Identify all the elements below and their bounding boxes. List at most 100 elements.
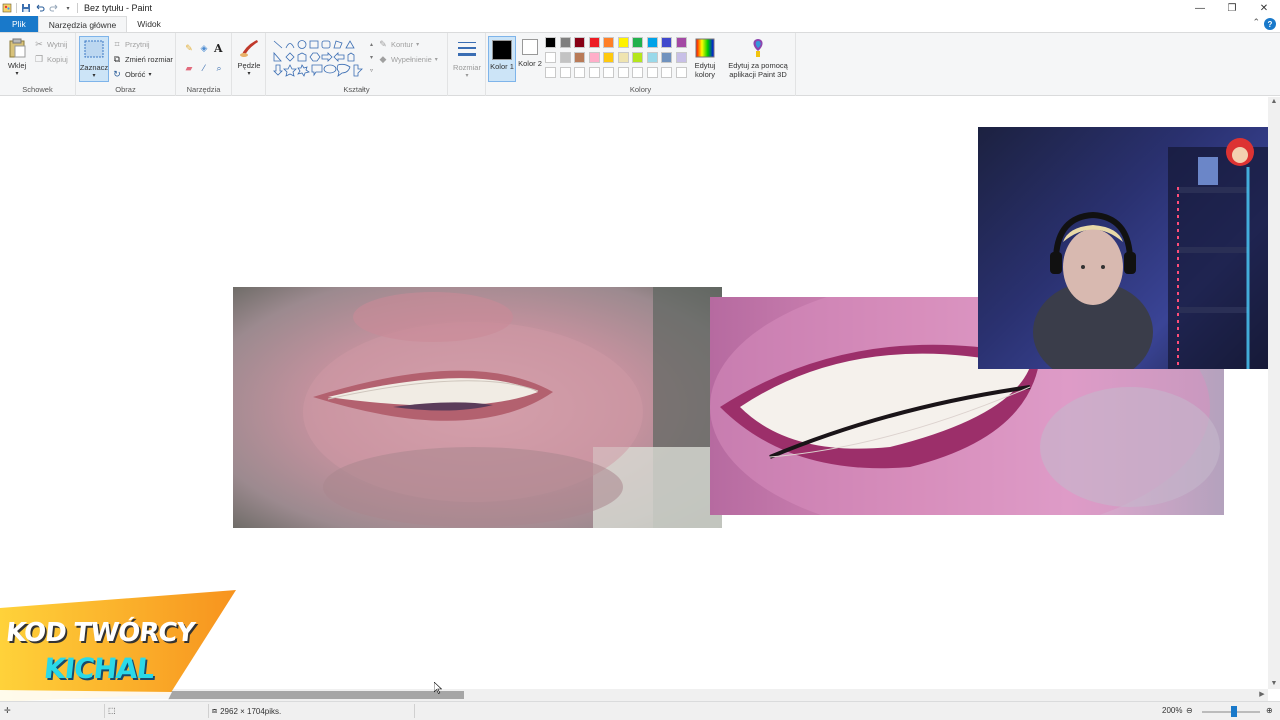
mouse-cursor-icon xyxy=(434,682,442,694)
rotate-icon: ↻ xyxy=(113,69,121,79)
image-group: Zaznacz ▾ ⌗ Przytnij ⧉ Zmień rozmiar ↻ Obró… xyxy=(76,33,176,96)
color-swatch[interactable] xyxy=(617,52,629,63)
color-swatch[interactable] xyxy=(617,37,629,48)
color-swatch[interactable] xyxy=(559,67,571,78)
fill-bucket-icon[interactable]: ◈ xyxy=(199,43,209,53)
magnifier-icon[interactable]: ⌕ xyxy=(214,63,224,73)
outline-button[interactable]: ✎ Kontur ▾ xyxy=(378,39,419,49)
color-swatch[interactable] xyxy=(661,67,672,78)
status-separator xyxy=(414,704,415,718)
color-swatch[interactable] xyxy=(559,52,571,63)
color-swatch[interactable] xyxy=(545,37,556,48)
paint-app-icon[interactable] xyxy=(2,3,12,13)
zoom-in-icon[interactable]: ⊕ xyxy=(1266,706,1273,715)
collapse-ribbon-icon[interactable]: ⌃ xyxy=(1252,17,1260,28)
color-swatch[interactable] xyxy=(545,52,556,63)
color-swatch[interactable] xyxy=(574,52,585,63)
shapes-gallery[interactable] xyxy=(272,39,370,79)
vertical-scrollbar[interactable]: ▲ ▼ xyxy=(1268,97,1280,689)
shapes-group-label: Kształty xyxy=(343,85,370,94)
color-swatch[interactable] xyxy=(588,52,600,63)
minimize-icon[interactable]: — xyxy=(1184,0,1216,16)
scroll-up-icon[interactable]: ▲ xyxy=(1268,97,1280,107)
color-swatch[interactable] xyxy=(603,52,614,63)
color-swatch[interactable] xyxy=(559,37,571,48)
color-swatch[interactable] xyxy=(646,67,658,78)
brushes-button[interactable]: Pędzle ▾ xyxy=(235,37,263,79)
restore-icon[interactable]: ❐ xyxy=(1216,0,1248,16)
smile-left-image xyxy=(303,287,722,528)
color-swatch[interactable] xyxy=(632,52,643,63)
crop-button[interactable]: ⌗ Przytnij xyxy=(112,39,149,49)
banner-line1: KOD TWÓRCY xyxy=(4,618,196,648)
zoom-out-icon[interactable]: ⊖ xyxy=(1186,706,1193,715)
color-swatch[interactable] xyxy=(588,67,600,78)
select-button[interactable]: Zaznacz ▾ xyxy=(79,36,109,82)
zoom-slider-thumb[interactable] xyxy=(1231,706,1237,717)
cut-button[interactable]: ✂ Wytnij xyxy=(34,39,67,49)
copy-icon: ❐ xyxy=(34,54,44,64)
color-swatch[interactable] xyxy=(545,67,556,78)
edit-colors-button[interactable]: Edytuj kolory xyxy=(692,37,718,79)
pasted-image-smile-left[interactable] xyxy=(233,287,722,528)
color-swatch[interactable] xyxy=(675,37,687,48)
copy-button[interactable]: ❐ Kopiuj xyxy=(34,54,68,64)
rotate-button[interactable]: ↻ Obróć ▾ xyxy=(112,69,151,79)
color-swatch[interactable] xyxy=(661,37,672,48)
customize-qat-icon[interactable]: ▾ xyxy=(63,3,73,13)
banner-line2: KICHAL xyxy=(42,652,156,685)
color-swatch[interactable] xyxy=(588,37,600,48)
color-swatch[interactable] xyxy=(675,52,687,63)
color-swatch[interactable] xyxy=(661,52,672,63)
color-swatch[interactable] xyxy=(603,67,614,78)
color2-swatch xyxy=(522,39,538,55)
size-button[interactable]: Rozmiar ▾ xyxy=(452,39,482,81)
help-icon[interactable]: ? xyxy=(1264,18,1276,30)
color1-swatch xyxy=(492,40,512,60)
paint3d-button[interactable]: Edytuj za pomocą aplikacji Paint 3D xyxy=(724,37,792,79)
title-bar: ▾ Bez tytułu - Paint — ❐ ✕ xyxy=(0,0,1280,16)
color-wheel-icon xyxy=(695,38,715,58)
qat-separator xyxy=(16,3,17,13)
brushes-group: Pędzle ▾ xyxy=(232,33,266,96)
pencil-icon[interactable]: ✎ xyxy=(184,43,194,53)
color-swatch[interactable] xyxy=(675,67,687,78)
color-swatch[interactable] xyxy=(646,52,658,63)
paste-button[interactable]: Wklej ▾ xyxy=(4,37,30,79)
scroll-right-icon[interactable]: ▶ xyxy=(1256,689,1268,701)
cursor-position-icon: ✛ xyxy=(4,706,11,715)
color2-button[interactable]: Kolor 2 xyxy=(518,37,542,68)
tab-home[interactable]: Narzędzia główne xyxy=(37,16,128,32)
fill-button[interactable]: ◆ Wypełnienie ▾ xyxy=(378,54,438,64)
tools-group-label: Narzędzia xyxy=(186,85,221,94)
redo-icon[interactable] xyxy=(49,3,59,13)
text-tool-icon[interactable]: A xyxy=(214,42,223,55)
color-swatch[interactable] xyxy=(632,37,643,48)
colors-group-label: Kolory xyxy=(629,85,652,94)
webcam-overlay xyxy=(978,127,1268,369)
scissors-icon: ✂ xyxy=(35,39,43,49)
color-swatch[interactable] xyxy=(617,67,629,78)
color-swatch[interactable] xyxy=(574,67,585,78)
color-swatch[interactable] xyxy=(646,37,658,48)
save-icon[interactable] xyxy=(21,3,31,13)
undo-icon[interactable] xyxy=(35,3,45,13)
eraser-icon[interactable]: ▰ xyxy=(184,63,194,73)
clipboard-group-label: Schowek xyxy=(22,85,53,94)
clipboard-group: Wklej ▾ ✂ Wytnij ❐ Kopiuj Schowek xyxy=(0,33,76,96)
shapes-scroll[interactable]: ▴ ▾ ▿ xyxy=(370,39,373,78)
color1-button[interactable]: Kolor 1 xyxy=(488,36,516,82)
color-swatch[interactable] xyxy=(574,37,585,48)
ribbon-tabs: Plik Narzędzia główne Widok ⌃ ? xyxy=(0,16,1280,32)
tab-file[interactable]: Plik xyxy=(0,16,38,32)
color-picker-icon[interactable]: ⁄ xyxy=(199,63,209,73)
close-icon[interactable]: ✕ xyxy=(1248,0,1280,16)
color-palette xyxy=(545,37,691,81)
zoom-level: 200% xyxy=(1162,706,1183,715)
resize-button[interactable]: ⧉ Zmień rozmiar xyxy=(112,54,173,64)
tools-group: ✎ ◈ A ▰ ⁄ ⌕ Narzędzia xyxy=(176,33,232,96)
scroll-down-icon[interactable]: ▼ xyxy=(1268,679,1280,689)
color-swatch[interactable] xyxy=(603,37,614,48)
color-swatch[interactable] xyxy=(632,67,643,78)
tab-view[interactable]: Widok xyxy=(127,16,171,32)
